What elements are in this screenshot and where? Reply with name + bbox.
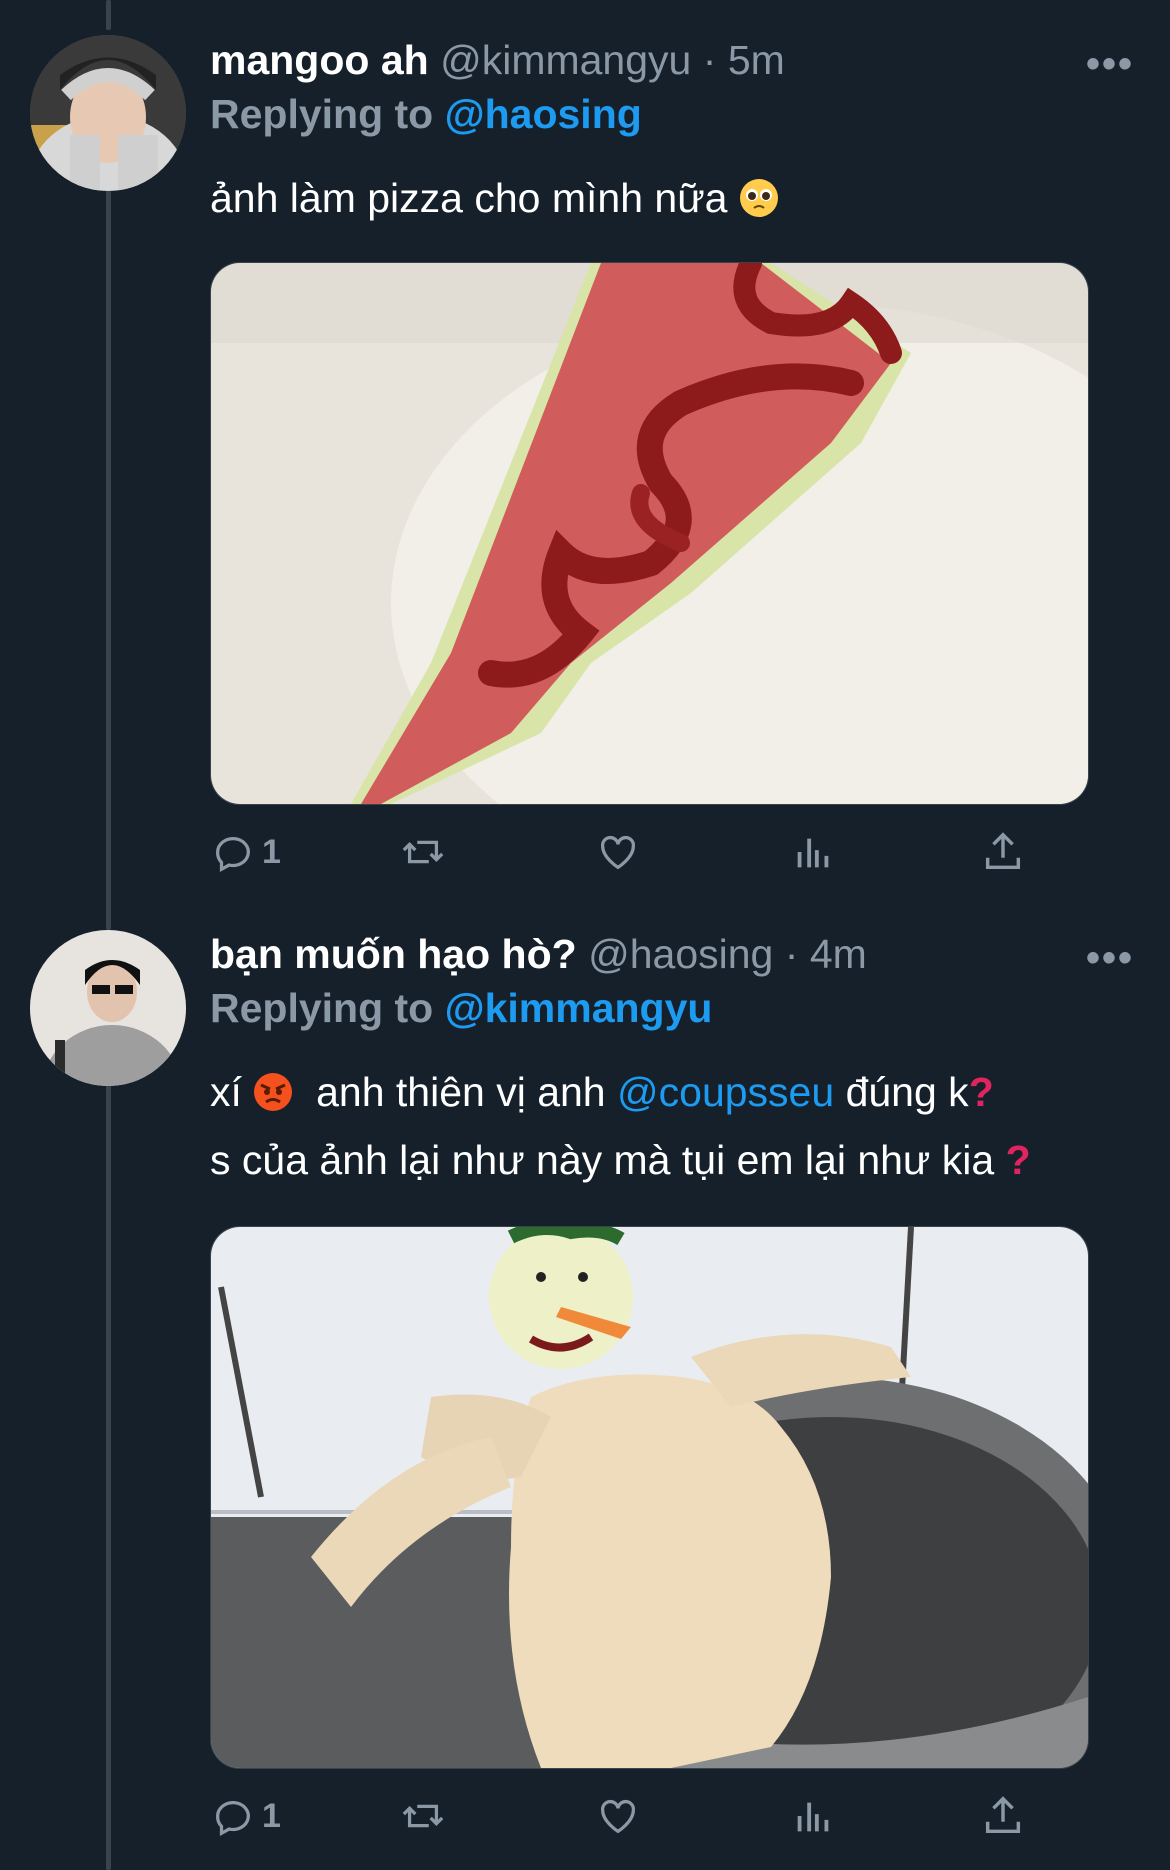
retweet-button[interactable] (400, 824, 446, 880)
reply-count: 1 (262, 832, 281, 871)
display-name[interactable]: mangoo ah (210, 37, 429, 83)
avatar[interactable] (30, 930, 186, 1086)
share-button[interactable] (980, 824, 1026, 880)
pleading-face-icon (739, 170, 779, 217)
analytics-icon (797, 1802, 829, 1832)
tweet-header: mangoo ah @kimmangyu · 5m (210, 36, 785, 84)
retweet-icon (402, 1804, 444, 1828)
tweet-text-content: ảnh làm pizza cho mình nữa (210, 175, 728, 221)
tweet-image[interactable] (210, 1226, 1089, 1769)
replying-to-label: Replying to (210, 985, 434, 1031)
more-options-icon[interactable]: ••• (1086, 42, 1134, 87)
share-button[interactable] (980, 1788, 1026, 1844)
share-icon (985, 1796, 1021, 1834)
angry-face-icon (253, 1064, 293, 1111)
replying-to-label: Replying to (210, 91, 434, 137)
share-icon (985, 832, 1021, 870)
tweet-text-segment: anh thiên vị anh (316, 1069, 606, 1115)
reply-button[interactable]: 1 (210, 824, 281, 880)
tweet-text: ảnh làm pizza cho mình nữa (210, 164, 779, 232)
user-handle[interactable]: @kimmangyu (440, 37, 691, 83)
user-handle[interactable]: @haosing (588, 931, 773, 977)
tweet-header: bạn muốn hạo hò? @haosing · 4m (210, 930, 867, 978)
tweet[interactable]: mangoo ah @kimmangyu · 5m ••• Replying t… (0, 0, 1170, 930)
tweet-image[interactable] (210, 262, 1089, 805)
watermelon-pizza-image (211, 263, 1088, 804)
tweet-text-segment: đúng k (845, 1069, 969, 1115)
question-mark-icon: ? (1005, 1137, 1031, 1183)
reply-icon (216, 1801, 250, 1837)
heart-icon (601, 1799, 635, 1834)
replying-to-mention[interactable]: @haosing (445, 91, 642, 137)
retweet-button[interactable] (400, 1788, 446, 1844)
tweet[interactable]: bạn muốn hạo hò? @haosing · 4m ••• Reply… (0, 930, 1170, 1870)
display-name[interactable]: bạn muốn hạo hò? (210, 931, 577, 977)
avatar-photo (30, 35, 186, 191)
analytics-button[interactable] (790, 824, 836, 880)
avatar-photo (30, 930, 186, 1086)
avatar[interactable] (30, 35, 186, 191)
analytics-icon (797, 838, 829, 868)
tweet-text-line-1: xí anh thiên vị anh @coupsseu đúng k? (210, 1058, 994, 1126)
replying-to: Replying to @kimmangyu (210, 984, 712, 1032)
heart-icon (601, 835, 635, 870)
reply-button[interactable]: 1 (210, 1788, 281, 1844)
like-button[interactable] (595, 824, 641, 880)
tweet-text-segment: s của ảnh lại như này mà tụi em lại như … (210, 1137, 995, 1183)
mention-link[interactable]: @coupsseu (617, 1069, 834, 1115)
tweet-actions: 1 (210, 1788, 1040, 1844)
retweet-icon (402, 840, 444, 864)
tweet-text-segment: xí (210, 1069, 242, 1115)
timestamp[interactable]: 4m (810, 931, 867, 977)
timestamp[interactable]: 5m (728, 37, 785, 83)
reply-icon (216, 837, 250, 873)
replying-to-mention[interactable]: @kimmangyu (445, 985, 713, 1031)
analytics-button[interactable] (790, 1788, 836, 1844)
separator-dot: · (702, 37, 717, 83)
replying-to: Replying to @haosing (210, 90, 642, 138)
like-button[interactable] (595, 1788, 641, 1844)
question-mark-icon: ? (968, 1069, 994, 1115)
chicken-snowman-image (211, 1227, 1088, 1768)
reply-count: 1 (262, 1796, 281, 1835)
tweet-actions: 1 (210, 824, 1040, 880)
more-options-icon[interactable]: ••• (1086, 936, 1134, 981)
tweet-text-line-2: s của ảnh lại như này mà tụi em lại như … (210, 1126, 1031, 1194)
separator-dot: · (784, 931, 799, 977)
